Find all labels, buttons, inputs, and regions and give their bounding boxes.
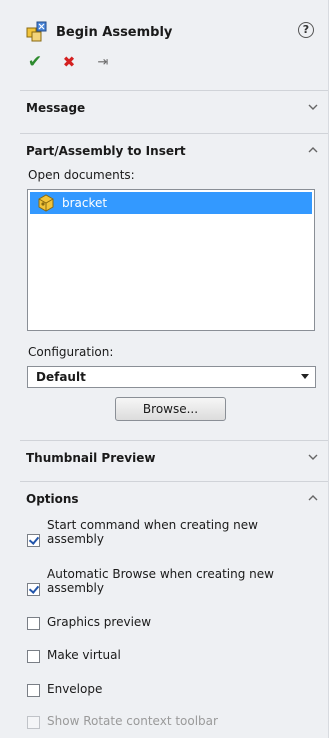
checkbox[interactable] (27, 650, 40, 663)
option-label: Make virtual (47, 648, 121, 662)
configuration-select[interactable]: Default (27, 366, 316, 388)
option-graphics-preview[interactable]: Graphics preview (27, 615, 312, 630)
title-row: Begin Assembly (26, 20, 172, 44)
pushpin-icon[interactable]: ⇥ (94, 53, 112, 71)
document-name: bracket (62, 196, 108, 210)
checkbox[interactable] (27, 684, 40, 697)
browse-button[interactable]: Browse... (115, 397, 226, 421)
option-automatic-browse[interactable]: Automatic Browse when creating new assem… (27, 567, 312, 596)
panel-header: Begin Assembly ? ✔ ✖ ⇥ (0, 0, 328, 80)
option-label: Show Rotate context toolbar (47, 714, 218, 728)
option-label: Automatic Browse when creating new assem… (47, 567, 274, 595)
checkbox[interactable] (27, 617, 40, 630)
option-label: Envelope (47, 682, 103, 696)
ok-check-icon[interactable]: ✔ (26, 52, 44, 72)
dropdown-arrow-icon[interactable] (301, 374, 309, 379)
open-documents-list[interactable]: bracket (27, 189, 315, 331)
option-show-rotate-toolbar: Show Rotate context toolbar (27, 714, 312, 729)
configuration-value: Default (36, 370, 86, 384)
checkbox (27, 716, 40, 729)
checkbox[interactable] (27, 583, 40, 596)
section-options-header[interactable]: Options (20, 481, 328, 516)
section-message-label: Message (26, 101, 86, 115)
chevron-down-icon[interactable] (307, 451, 319, 463)
option-label: Start command when creating new assembly (47, 518, 258, 546)
property-manager-panel: Begin Assembly ? ✔ ✖ ⇥ Message Part/Asse… (0, 0, 329, 738)
configuration-label: Configuration: (28, 345, 114, 359)
section-message-header[interactable]: Message (20, 90, 328, 125)
option-label: Graphics preview (47, 615, 152, 629)
open-documents-label: Open documents: (28, 168, 135, 182)
option-start-command[interactable]: Start command when creating new assembly (27, 518, 312, 547)
chevron-down-icon[interactable] (307, 101, 319, 113)
section-part-insert-label: Part/Assembly to Insert (26, 144, 186, 158)
option-make-virtual[interactable]: Make virtual (27, 648, 312, 663)
section-part-insert-header[interactable]: Part/Assembly to Insert (20, 133, 328, 168)
section-thumbnail-label: Thumbnail Preview (26, 451, 156, 465)
chevron-up-icon[interactable] (307, 144, 319, 156)
option-envelope[interactable]: Envelope (27, 682, 312, 697)
section-options-label: Options (26, 492, 79, 506)
panel-title: Begin Assembly (56, 24, 173, 40)
action-toolbar: ✔ ✖ ⇥ (26, 52, 128, 72)
list-item[interactable]: bracket (30, 192, 312, 214)
section-thumbnail-header[interactable]: Thumbnail Preview (20, 440, 328, 475)
part-icon (36, 193, 56, 213)
begin-assembly-icon (26, 21, 48, 43)
checkbox[interactable] (27, 534, 40, 547)
cancel-x-icon[interactable]: ✖ (60, 53, 78, 71)
help-icon[interactable]: ? (298, 22, 314, 38)
chevron-up-icon[interactable] (307, 492, 319, 504)
